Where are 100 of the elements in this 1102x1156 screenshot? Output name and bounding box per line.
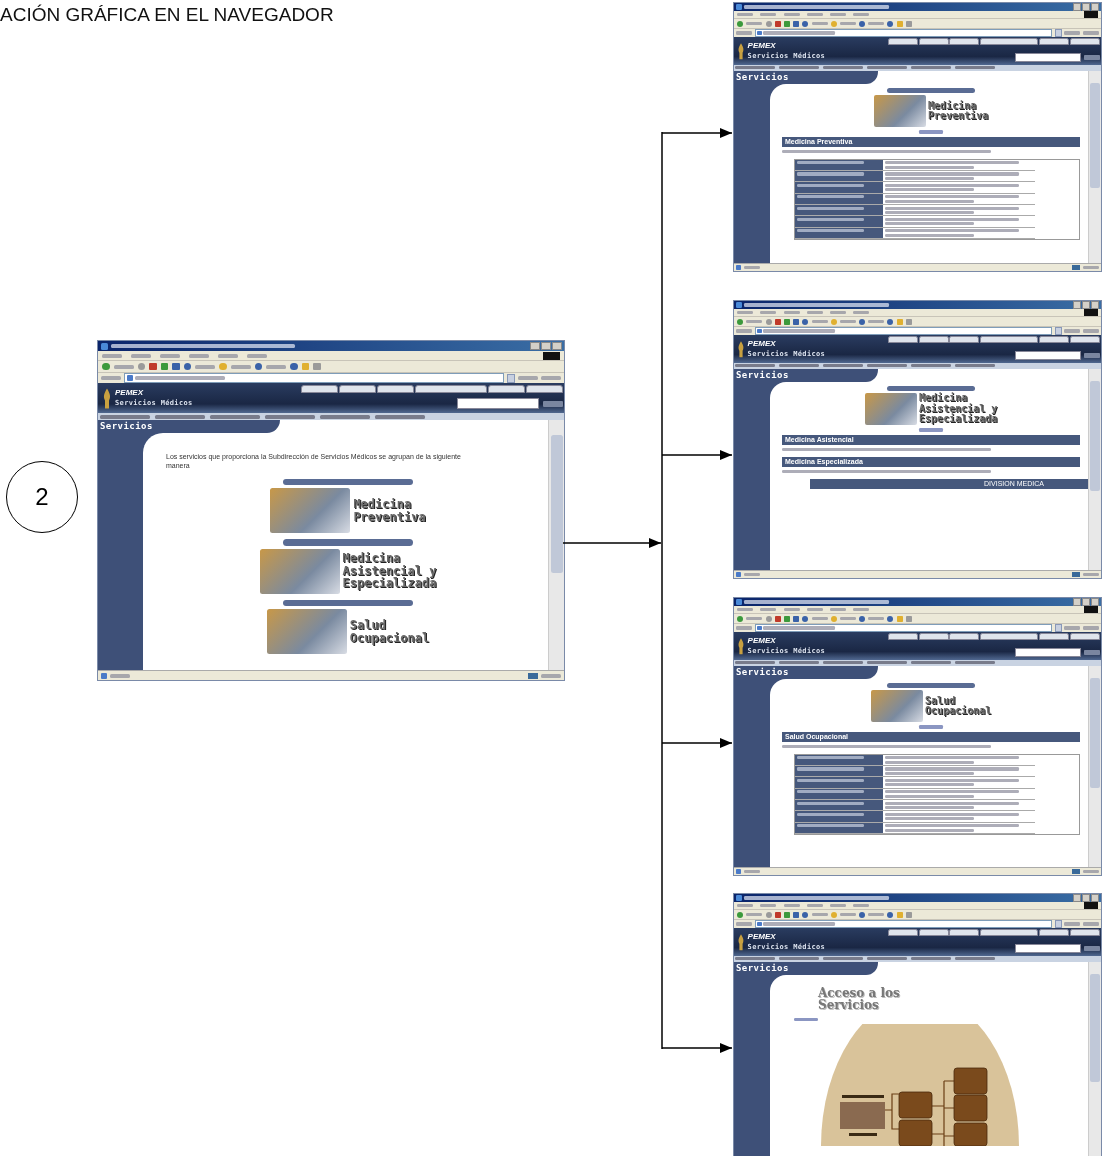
page-heading: ACIÓN GRÁFICA EN EL NAVEGADOR — [0, 4, 334, 26]
nav-tab[interactable] — [414, 384, 487, 393]
nav-tab[interactable] — [1069, 336, 1100, 344]
nav-tab[interactable] — [1039, 929, 1069, 937]
nav-tab[interactable] — [887, 929, 918, 937]
nav-tab[interactable] — [918, 336, 949, 344]
minimize-button[interactable] — [1072, 598, 1081, 606]
address-field[interactable] — [124, 373, 504, 383]
blurred-text — [955, 66, 996, 70]
address-field[interactable] — [754, 29, 1053, 37]
nav-tab[interactable] — [376, 384, 414, 393]
search-button[interactable] — [542, 400, 563, 407]
blurred-text — [737, 13, 754, 17]
blurred-text — [266, 364, 286, 369]
maximize-button[interactable] — [1081, 3, 1090, 11]
scrollbar[interactable] — [548, 420, 564, 670]
scrollbar[interactable] — [1088, 665, 1101, 867]
search-button[interactable] — [1083, 54, 1100, 60]
blurred-text — [783, 608, 800, 612]
nav-tab[interactable] — [980, 929, 1039, 937]
photo-placeholder — [840, 1102, 885, 1130]
nav-tab[interactable] — [525, 384, 563, 393]
search-button[interactable] — [1083, 649, 1100, 655]
blurred-text — [101, 376, 121, 380]
section-title: Servicios — [736, 370, 789, 380]
maximize-button[interactable] — [1081, 598, 1090, 606]
nav-tab[interactable] — [980, 38, 1039, 46]
nav-tab[interactable] — [949, 38, 980, 46]
blurred-text — [783, 311, 800, 315]
nav-tab[interactable] — [918, 929, 949, 937]
blurred-text — [160, 353, 180, 358]
nav-tab[interactable] — [1039, 336, 1069, 344]
section-title: Servicios — [736, 963, 789, 973]
blurred-text — [868, 22, 885, 26]
nav-tab[interactable] — [338, 384, 376, 393]
minimize-button[interactable] — [1072, 894, 1081, 902]
blurred-text — [868, 320, 885, 324]
blurred-text — [806, 608, 823, 612]
browser-icon — [736, 302, 742, 308]
minimize-button[interactable] — [530, 341, 540, 351]
close-button[interactable] — [552, 341, 562, 351]
page-icon — [756, 30, 762, 36]
banner-title: Medicina Asistencial y Especializada — [342, 552, 437, 590]
scrollbar[interactable] — [1088, 961, 1101, 1156]
blurred-text — [1082, 572, 1099, 576]
maximize-button[interactable] — [1081, 301, 1090, 309]
page-icon — [101, 672, 107, 679]
blurred-text — [779, 364, 820, 368]
search-field[interactable] — [456, 398, 539, 409]
address-field[interactable] — [754, 624, 1053, 632]
search-field[interactable] — [1014, 943, 1081, 953]
diagram-box — [898, 1091, 933, 1119]
search-button[interactable] — [1083, 352, 1100, 358]
blurred-text — [811, 22, 828, 26]
blurred-text — [247, 353, 267, 358]
flame-logo-icon — [737, 41, 746, 61]
blurred-text — [746, 913, 763, 917]
nav-tab[interactable] — [949, 929, 980, 937]
nav-tab[interactable] — [300, 384, 338, 393]
nav-tab[interactable] — [980, 633, 1039, 641]
scrollbar[interactable] — [1088, 368, 1101, 570]
search-button[interactable] — [1083, 945, 1100, 951]
maximize-button[interactable] — [1081, 894, 1090, 902]
blurred-text — [829, 311, 846, 315]
search-field[interactable] — [1014, 647, 1081, 657]
blurred-text — [839, 617, 856, 621]
blurred-text — [735, 957, 776, 961]
flame-logo-icon — [737, 339, 746, 359]
nav-tab[interactable] — [918, 633, 949, 641]
blurred-text — [746, 617, 763, 621]
nav-tab[interactable] — [1069, 38, 1100, 46]
search-field[interactable] — [1014, 350, 1081, 360]
browser-icon — [736, 4, 742, 10]
blurred-text — [746, 22, 763, 26]
nav-tab[interactable] — [1069, 929, 1100, 937]
page-title: Acceso a los Servicios — [818, 986, 901, 1012]
blurred-text — [743, 869, 760, 873]
minimize-button[interactable] — [1072, 3, 1081, 11]
nav-tab[interactable] — [1039, 633, 1069, 641]
search-field[interactable] — [1014, 52, 1081, 62]
address-field[interactable] — [754, 327, 1053, 335]
nav-tab[interactable] — [980, 336, 1039, 344]
nav-tab[interactable] — [887, 336, 918, 344]
scrollbar[interactable] — [1088, 70, 1101, 263]
nav-tab[interactable] — [1039, 38, 1069, 46]
page-icon — [756, 625, 762, 631]
nav-tab[interactable] — [887, 633, 918, 641]
nav-tab[interactable] — [1069, 633, 1100, 641]
maximize-button[interactable] — [541, 341, 551, 351]
photo-placeholder — [870, 690, 923, 723]
address-field[interactable] — [754, 920, 1053, 928]
nav-tab[interactable] — [487, 384, 525, 393]
blurred-text — [796, 195, 865, 199]
nav-tab[interactable] — [949, 336, 980, 344]
blurred-text — [374, 414, 425, 419]
minimize-button[interactable] — [1072, 301, 1081, 309]
nav-tab[interactable] — [918, 38, 949, 46]
nav-tab[interactable] — [887, 38, 918, 46]
banner-title: Salud Ocupacional — [925, 695, 992, 717]
nav-tab[interactable] — [949, 633, 980, 641]
